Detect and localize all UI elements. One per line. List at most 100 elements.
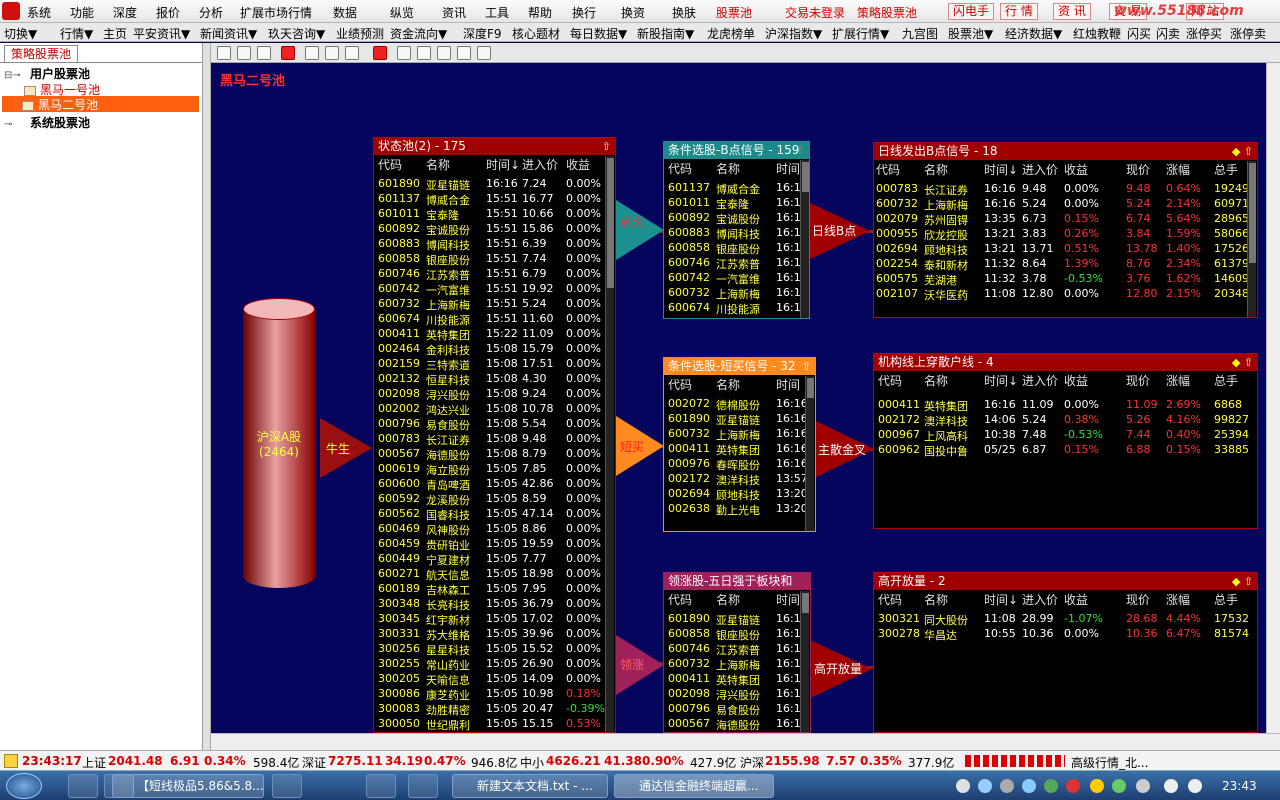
panel-splitter[interactable] <box>203 43 211 750</box>
column-header[interactable]: 名称 <box>716 376 740 392</box>
save-icon[interactable] <box>257 46 271 60</box>
quicklaunch-icon[interactable] <box>366 774 396 798</box>
table-row[interactable]: 000411 英特集团 16:16 11.09 0.00% 11.09 2.69% 6868 <box>874 398 1257 413</box>
menu-switch-skin[interactable]: 换肤 <box>672 4 696 21</box>
toolbar-item[interactable]: 主页 <box>103 25 127 41</box>
tray-icon[interactable] <box>1066 779 1080 793</box>
column-header[interactable]: 代码 <box>878 372 902 388</box>
pointer-icon[interactable] <box>373 46 387 60</box>
column-header[interactable]: 进入价 <box>1022 161 1058 177</box>
table-row[interactable]: 002694 顾地科技 13:20 <box>664 487 815 502</box>
column-header[interactable]: 总手 <box>1214 372 1238 388</box>
column-header[interactable]: 名称 <box>924 161 948 177</box>
table-row[interactable]: 002159 三特索道 15:08 17.51 0.00% <box>374 357 615 372</box>
shield-icon[interactable] <box>1044 779 1058 793</box>
table-row[interactable]: 600746 江苏索普 15:51 6.79 0.00% <box>374 267 615 282</box>
help-icon[interactable] <box>978 779 992 793</box>
quicklaunch-icon[interactable] <box>272 774 302 798</box>
pool-inst[interactable]: 机构线上穿散户线 - 4 ◆ ⇧ 代码 名称 时间↓ 进入价 收益 现价 涨幅 总手 000411… <box>873 353 1258 529</box>
table-row[interactable]: 300256 星星科技 15:05 15.52 0.00% <box>374 642 615 657</box>
table-row[interactable]: 300321 同大股份 11:08 28.99 -1.07% 28.68 4.44% 1753… <box>874 612 1257 627</box>
table-row[interactable]: 600746 江苏索普 16:1 <box>664 256 809 271</box>
toolbar-item[interactable]: 业绩预测 <box>336 25 384 41</box>
column-header[interactable]: 时间↓ <box>984 372 1018 388</box>
tray-icon[interactable] <box>1000 779 1014 793</box>
table-row[interactable]: 600562 国睿科技 15:05 47.14 0.00% <box>374 507 615 522</box>
table-row[interactable]: 601890 亚星锚链 16:16 7.24 0.00% <box>374 177 615 192</box>
table-row[interactable]: 600189 吉林森工 15:05 7.95 0.00% <box>374 582 615 597</box>
table-row[interactable]: 600892 宝诚股份 16:1 <box>664 211 809 226</box>
scrollbar-thumb[interactable] <box>807 378 814 398</box>
table-row[interactable]: 000796 易食股份 16:16 <box>664 702 810 717</box>
play-icon[interactable] <box>305 46 319 60</box>
server-label[interactable]: 高级行情_北... <box>1071 754 1148 771</box>
toolbar-item[interactable]: 经济数据▼ <box>1005 25 1062 41</box>
source-cylinder[interactable]: 沪深A股 (2464) <box>243 298 315 598</box>
column-header[interactable]: 时间↓ <box>984 161 1018 177</box>
column-header[interactable]: 代码 <box>878 591 902 607</box>
new-icon[interactable] <box>217 46 231 60</box>
column-header[interactable]: 进入价 <box>1022 372 1058 388</box>
menu-data[interactable]: 数据 <box>333 4 357 21</box>
shape-icon[interactable] <box>397 46 411 60</box>
column-header[interactable]: 时间 <box>776 160 800 176</box>
table-row[interactable]: 601137 博威合金 15:51 16.77 0.00% <box>374 192 615 207</box>
start-button[interactable] <box>6 773 42 799</box>
column-header[interactable]: 时间 <box>776 376 800 392</box>
table-row[interactable]: 600742 一汽富维 16:1 <box>664 271 809 286</box>
volume-icon[interactable] <box>1164 779 1178 793</box>
table-row[interactable]: 300331 苏大维格 15:05 39.96 0.00% <box>374 627 615 642</box>
tray-icon[interactable] <box>1022 779 1036 793</box>
column-header[interactable]: 总手 <box>1214 161 1238 177</box>
table-row[interactable]: 300345 红宇新材 15:05 17.02 0.00% <box>374 612 615 627</box>
column-header[interactable]: 名称 <box>716 591 740 607</box>
delete-icon[interactable] <box>281 46 295 60</box>
menu-strategy-pool[interactable]: 策略股票池 <box>857 4 917 21</box>
grid-icon[interactable] <box>477 46 491 60</box>
menu-stock-pool[interactable]: 股票池 <box>716 4 752 21</box>
pool-scrollbar[interactable] <box>800 160 809 318</box>
task-button[interactable]: 通达信金融终端超赢... <box>614 774 774 798</box>
toolbar-item[interactable]: 行情▼ <box>60 25 93 41</box>
toolbar-item[interactable]: 切换▼ <box>4 25 37 41</box>
toolbar-item[interactable]: 股票池▼ <box>948 25 993 41</box>
column-header[interactable]: 现价 <box>1126 372 1150 388</box>
toolbar-item[interactable]: 玖天咨询▼ <box>268 25 325 41</box>
scrollbar-thumb[interactable] <box>1249 163 1256 263</box>
column-header[interactable]: 进入价 <box>522 156 558 172</box>
menu-function[interactable]: 功能 <box>70 4 94 21</box>
refresh-icon[interactable]: ⇧ <box>602 139 611 155</box>
link-icon[interactable] <box>457 46 471 60</box>
table-row[interactable]: 300050 世纪鼎利 15:05 15.15 0.53% <box>374 717 615 732</box>
table-row[interactable]: 002172 澳洋科技 14:06 5.24 0.38% 5.26 4.16% 99827 <box>874 413 1257 428</box>
table-row[interactable]: 002132 恒星科技 15:08 4.30 0.00% <box>374 372 615 387</box>
table-row[interactable]: 600459 贵研铂业 15:05 19.59 0.00% <box>374 537 615 552</box>
pool-gap[interactable]: 高开放量 - 2 ◆ ⇧ 代码 名称 时间↓ 进入价 收益 现价 涨幅 总手 300321 同大股份… <box>873 572 1258 733</box>
toolbar-item[interactable]: 闪卖 <box>1156 25 1180 41</box>
scrollbar-thumb[interactable] <box>802 593 809 613</box>
table-row[interactable]: 002254 泰和新材 11:32 8.64 1.39% 8.76 2.34% 61379 <box>874 257 1257 272</box>
table-row[interactable]: 002464 金利科技 15:08 15.79 0.00% <box>374 342 615 357</box>
column-header[interactable]: 收益 <box>1064 372 1088 388</box>
table-row[interactable]: 600732 上海新梅 15:51 5.24 0.00% <box>374 297 615 312</box>
table-row[interactable]: 601137 博威合金 16:1 <box>664 181 809 196</box>
table-row[interactable]: 600858 银座股份 16:16 <box>664 627 810 642</box>
column-header[interactable]: 涨幅 <box>1166 161 1190 177</box>
table-row[interactable]: 600732 上海新梅 16:16 <box>664 657 810 672</box>
table-row[interactable]: 600732 上海新梅 16:16 5.24 0.00% 5.24 2.14% 60971 <box>874 197 1257 212</box>
toolbar-item[interactable]: 深度F9 <box>463 25 502 41</box>
table-row[interactable]: 600271 航天信息 15:05 18.98 0.00% <box>374 567 615 582</box>
table-row[interactable]: 002098 浔兴股份 15:08 9.24 0.00% <box>374 387 615 402</box>
column-header[interactable]: 代码 <box>378 156 402 172</box>
arrow-icon[interactable] <box>437 46 451 60</box>
table-row[interactable]: 000411 英特集团 15:22 11.09 0.00% <box>374 327 615 342</box>
table-row[interactable]: 600592 龙溪股份 15:05 8.59 0.00% <box>374 492 615 507</box>
column-header[interactable]: 收益 <box>1064 161 1088 177</box>
column-header[interactable]: 收益 <box>1064 591 1088 607</box>
pool-cond-short[interactable]: 条件选股-短买信号 - 32 ⇧ 代码 名称 时间 002072 德棉股份 16:16 601… <box>663 357 816 532</box>
open-icon[interactable] <box>237 46 251 60</box>
table-row[interactable]: 300255 常山药业 15:05 26.90 0.00% <box>374 657 615 672</box>
column-header[interactable]: 时间↓ <box>486 156 520 172</box>
tray-icon[interactable] <box>956 779 970 793</box>
table-row[interactable]: 000976 春晖股份 16:16 <box>664 457 815 472</box>
